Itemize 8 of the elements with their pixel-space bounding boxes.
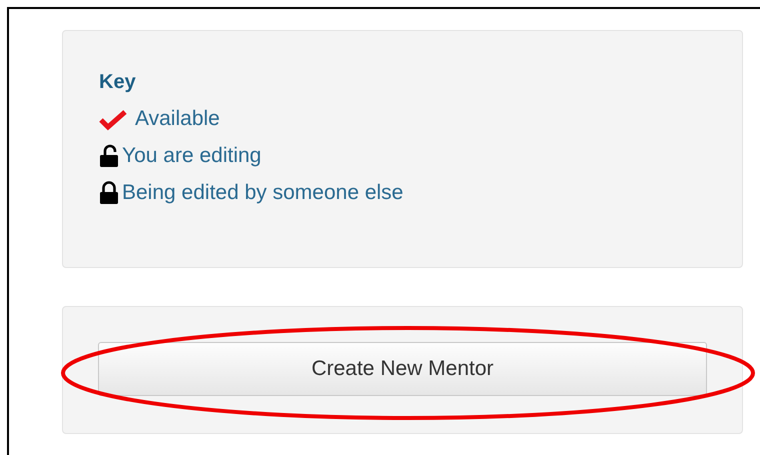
unlocked-padlock-icon <box>99 144 119 168</box>
padlock-icon <box>99 180 119 204</box>
key-label: Being edited by someone else <box>122 180 404 204</box>
key-title: Key <box>99 71 137 94</box>
key-label: Available <box>135 106 220 130</box>
create-mentor-button[interactable]: Create New Mentor <box>98 342 707 396</box>
checkmark-icon <box>99 108 127 130</box>
key-label: You are editing <box>122 144 262 168</box>
